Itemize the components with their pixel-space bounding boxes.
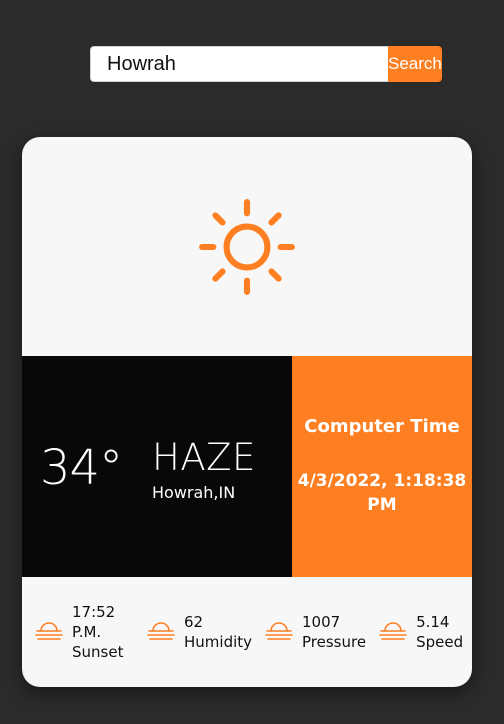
haze-icon — [265, 622, 293, 640]
stat-value: 5.14 — [416, 613, 450, 631]
time-value: 4/3/2022, 1:18:38 PM — [297, 471, 467, 515]
stat-sunset: 17:52 P.M. Sunset — [22, 602, 134, 662]
temperature: 34° — [40, 440, 123, 496]
search-bar: Search — [90, 46, 442, 82]
time-title: Computer Time — [304, 416, 460, 437]
weather-card: 34° HAZE Howrah,IN Computer Time 4/3/202… — [22, 137, 472, 687]
stat-label: Speed — [416, 633, 464, 651]
stats-row: 17:52 P.M. Sunset 62 Humidity 1007 Press… — [22, 577, 472, 687]
haze-icon — [35, 622, 63, 640]
weather-condition: HAZE — [152, 436, 256, 479]
location: Howrah,IN — [152, 483, 236, 502]
haze-icon — [147, 622, 175, 640]
stat-label: Pressure — [302, 633, 367, 651]
weather-icon-area — [22, 137, 472, 356]
stat-humidity: 62 Humidity — [134, 612, 252, 652]
stat-label: Humidity — [184, 633, 253, 651]
stat-value: 1007 — [302, 613, 341, 631]
time-panel: Computer Time 4/3/2022, 1:18:38 PM — [292, 356, 472, 577]
search-input[interactable] — [90, 46, 388, 82]
search-button[interactable]: Search — [388, 46, 442, 82]
stat-value: 62 — [184, 613, 204, 631]
stat-pressure: 1007 Pressure — [252, 612, 366, 652]
stat-speed: 5.14 Speed — [366, 612, 472, 652]
stat-value: 17:52 P.M. — [72, 603, 116, 641]
stat-label: Sunset — [72, 643, 124, 661]
sun-icon — [199, 198, 295, 295]
haze-icon — [379, 622, 407, 640]
temperature-panel: 34° HAZE Howrah,IN — [22, 356, 292, 577]
weather-summary: 34° HAZE Howrah,IN Computer Time 4/3/202… — [22, 356, 472, 577]
